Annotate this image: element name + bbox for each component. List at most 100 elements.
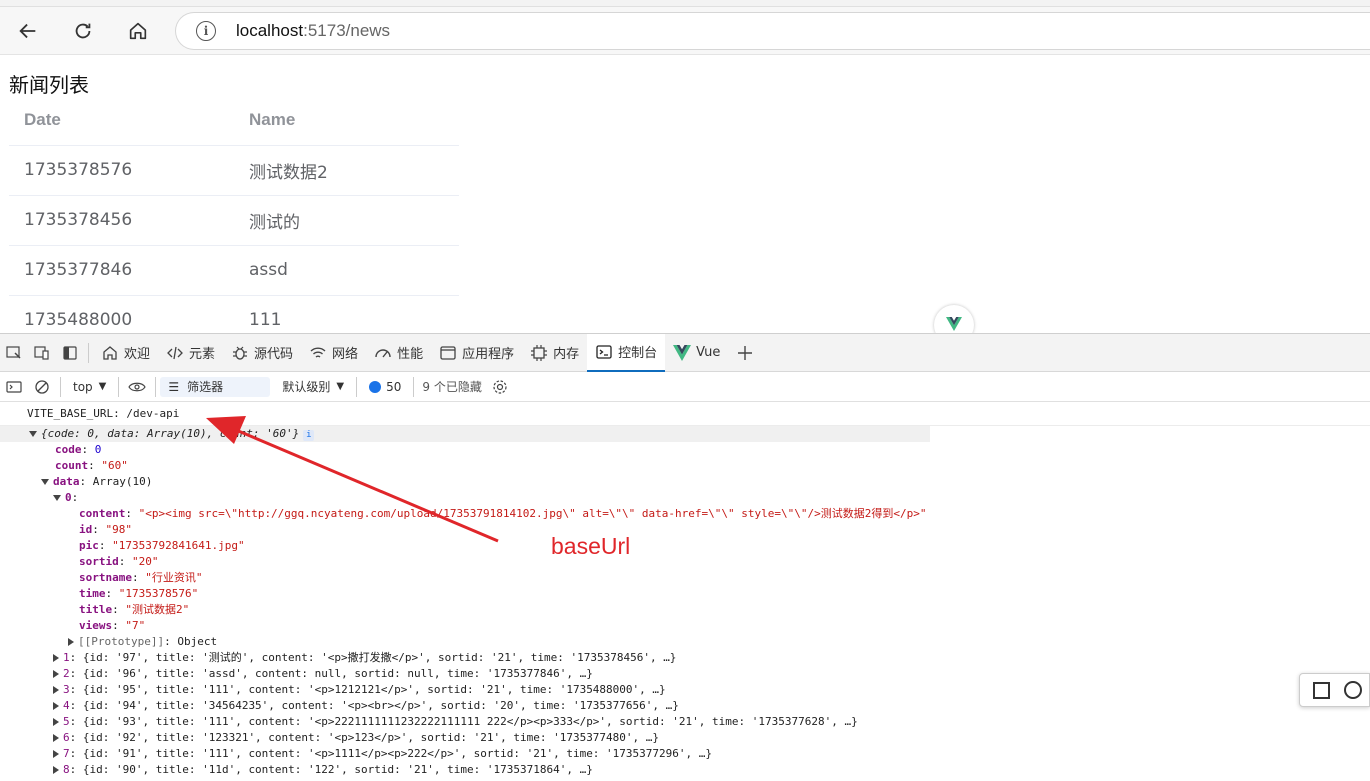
property-value: "<p><img src=\"http://ggq.ncyateng.com/u… — [138, 507, 927, 520]
expand-triangle-icon[interactable] — [53, 734, 59, 742]
console-property-line[interactable]: 5: {id: '93', title: '111', content: '<p… — [0, 714, 1370, 730]
circle-icon[interactable] — [1344, 681, 1362, 699]
vue-devtools-bubble[interactable] — [934, 305, 974, 333]
tab-label: Vue — [696, 345, 721, 360]
cell-name: assd — [234, 245, 459, 296]
tab-label: 性能 — [397, 347, 424, 362]
property-value: "60" — [101, 459, 128, 472]
separator: : — [69, 699, 83, 712]
property-value: "7" — [125, 619, 146, 632]
tab-label: 欢迎 — [124, 347, 151, 362]
console-property-line[interactable]: 8: {id: '90', title: '11d', content: '12… — [0, 762, 1370, 778]
tab-application[interactable]: 应用程序 — [431, 334, 522, 372]
context-selector[interactable]: top ▼ — [65, 380, 114, 394]
dock-side-button[interactable] — [56, 334, 84, 372]
wifi-icon — [310, 346, 326, 358]
property-key: 6 — [63, 731, 70, 744]
context-value: top — [73, 379, 93, 394]
tab-sources[interactable]: 源代码 — [223, 334, 301, 372]
console-property-line[interactable]: [[Prototype]]: Object — [0, 634, 1370, 650]
sidebar-toggle-button[interactable] — [0, 372, 28, 402]
console-property-line[interactable]: 3: {id: '95', title: '111', content: '<p… — [0, 682, 1370, 698]
tab-welcome[interactable]: 欢迎 — [93, 334, 158, 372]
console-settings-button[interactable] — [486, 372, 514, 402]
application-icon — [440, 345, 456, 360]
separator: : — [92, 523, 106, 536]
console-property-line[interactable]: 6: {id: '92', title: '123321', content: … — [0, 730, 1370, 746]
expand-triangle-icon[interactable] — [53, 654, 59, 662]
property-key: 2 — [63, 667, 70, 680]
chevron-down-icon: ▼ — [98, 381, 107, 392]
expand-triangle-icon[interactable] — [53, 702, 59, 710]
tab-console[interactable]: 控制台 — [587, 333, 666, 372]
inspect-tool-button[interactable] — [0, 334, 28, 372]
property-value: "1735378576" — [118, 587, 199, 600]
cell-date: 1735378456 — [9, 195, 234, 246]
log-level-selector[interactable]: 默认级别 ▼ — [274, 378, 352, 395]
info-icon[interactable]: i — [303, 430, 315, 441]
console-property-line[interactable]: 0: — [0, 490, 1370, 506]
tab-performance[interactable]: 性能 — [366, 334, 431, 372]
property-value: "98" — [105, 523, 133, 536]
tab-elements[interactable]: 元素 — [158, 334, 223, 372]
devtools-panel: 欢迎 元素 源代码 网络 性能 应用程序 内存 控制台 Vue top ▼ ☰ … — [0, 333, 1370, 781]
expand-triangle-icon[interactable] — [53, 766, 59, 774]
divider — [155, 376, 157, 397]
web-page: 新闻列表 Date Name 1735378576 测试数据2 173537845… — [0, 55, 1370, 333]
expand-triangle-icon[interactable] — [53, 750, 59, 758]
expand-triangle-icon[interactable] — [53, 670, 59, 678]
console-property-line: time: "1735378576" — [0, 586, 1370, 602]
property-value: {id: '96', title: 'assd', content: null,… — [82, 667, 593, 680]
collapse-triangle-icon[interactable] — [41, 479, 49, 485]
tab-memory[interactable]: 内存 — [522, 334, 587, 372]
tab-label: 元素 — [189, 347, 216, 362]
device-icon — [34, 345, 49, 360]
add-tab-button[interactable] — [728, 334, 762, 372]
console-property-line[interactable]: 7: {id: '91', title: '111', content: '<p… — [0, 746, 1370, 762]
message-count: 50 — [386, 379, 402, 394]
back-arrow-icon — [18, 23, 35, 38]
news-table: Date Name 1735378576 测试数据2 1735378456 测试的 … — [9, 95, 459, 333]
reload-button[interactable] — [55, 7, 110, 55]
table-row: 1735377846 assd — [9, 245, 459, 296]
property-key: 0 — [65, 491, 72, 504]
separator: : — [112, 603, 126, 616]
property-key: 3 — [63, 683, 70, 696]
home-button[interactable] — [110, 7, 165, 55]
device-emulation-button[interactable] — [28, 334, 56, 372]
console-property-line[interactable]: 1: {id: '97', title: '测试的', content: '<p… — [0, 650, 1370, 666]
expand-triangle-icon[interactable] — [53, 686, 59, 694]
clear-console-button[interactable] — [28, 372, 56, 402]
tab-vue[interactable]: Vue — [665, 334, 728, 372]
tab-network[interactable]: 网络 — [301, 334, 366, 372]
property-key: time — [79, 587, 106, 600]
console-property-line[interactable]: 2: {id: '96', title: 'assd', content: nu… — [0, 666, 1370, 682]
collapse-triangle-icon[interactable] — [29, 431, 37, 437]
property-key: 8 — [63, 763, 70, 776]
console-property-line[interactable]: 4: {id: '94', title: '34564235', content… — [0, 698, 1370, 714]
live-expression-button[interactable] — [123, 372, 151, 402]
expand-triangle-icon[interactable] — [53, 718, 59, 726]
property-key: sortname — [79, 571, 132, 584]
collapse-triangle-icon[interactable] — [53, 495, 61, 501]
square-icon[interactable] — [1313, 681, 1330, 699]
message-count-badge[interactable]: 50 — [361, 380, 409, 394]
console-property-line: title: "测试数据2" — [0, 602, 1370, 618]
console-property-line: content: "<p><img src=\"http://ggq.ncyat… — [0, 506, 1370, 522]
back-button[interactable] — [0, 7, 55, 55]
url-text: localhost:5173/news — [236, 20, 391, 40]
table-row: 1735378456 测试的 — [9, 195, 459, 246]
page-title: 新闻列表 — [9, 73, 89, 97]
expand-triangle-icon[interactable] — [68, 638, 74, 646]
site-info-icon[interactable]: i — [196, 20, 216, 41]
cell-date: 1735378576 — [9, 145, 234, 196]
browser-top-strip — [0, 0, 1370, 7]
property-key: 5 — [63, 715, 70, 728]
console-property-line[interactable]: data: Array(10) — [0, 474, 1370, 490]
divider — [356, 376, 358, 397]
address-bar[interactable]: i localhost:5173/news — [175, 11, 1370, 50]
property-value: "测试数据2" — [125, 603, 190, 616]
property-value: {id: '92', title: '123321', content: '<p… — [82, 731, 660, 744]
console-object-line[interactable]: {code: 0, data: Array(10), count: '60'} i — [0, 426, 930, 442]
filter-input[interactable]: ☰ 筛选器 — [160, 376, 271, 397]
